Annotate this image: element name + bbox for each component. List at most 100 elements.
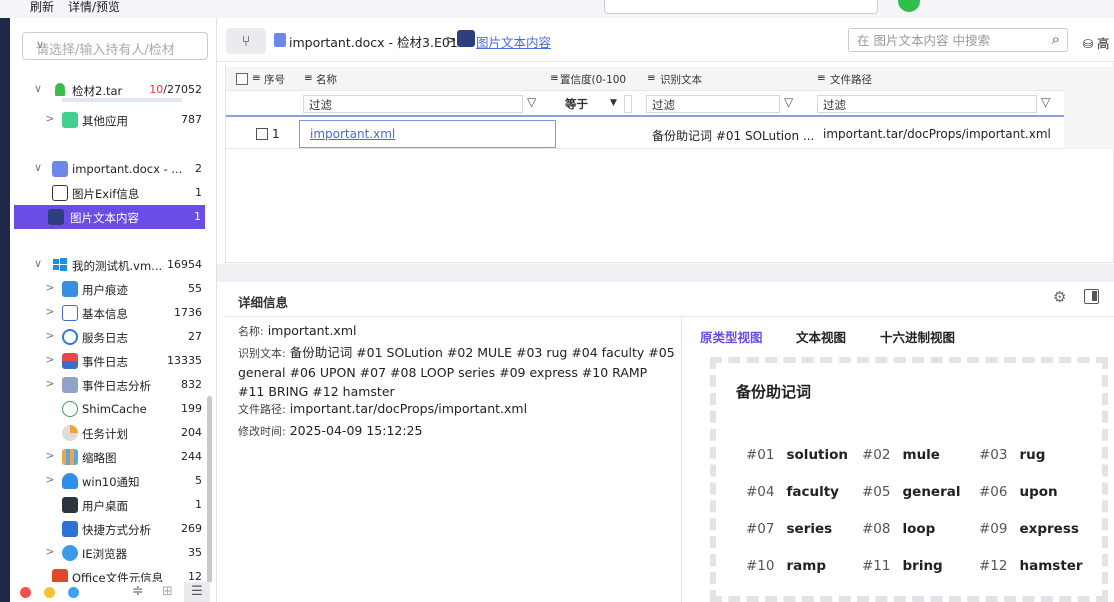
sidebar-footer: ≑ ⊞ ☰ [10,582,216,602]
search-icon[interactable]: ⌕ [1052,30,1060,48]
tree-item-shimcache[interactable]: ShimCache 199 [14,397,206,421]
blue-dot-icon[interactable] [68,587,79,598]
path-filter-input[interactable]: 过滤 [817,95,1037,113]
breadcrumb-bar: ⑂ important.docx - 检材3.E01 > 图片文本内容 ⌕ ⛁ … [217,18,1114,62]
row-name-link[interactable]: important.xml [310,127,395,141]
search-input[interactable] [857,32,1037,48]
tree-item-basic-info[interactable]: > 基本信息 1736 [14,301,206,325]
filter-icon[interactable]: ▽ [1041,95,1050,109]
tree-item-shortcut-analysis[interactable]: 快捷方式分析 269 [14,517,206,541]
panel-splitter[interactable] [217,264,1114,282]
results-grid: ≡ 序号 ≡ 名称 ≡ 置信度(0-100 ≡ 识别文本 ≡ 文件路径 过滤 ▽… [225,63,1114,263]
mnemonic-word: #01 solution [746,447,849,463]
expand-icon[interactable]: > [44,329,56,342]
col-confidence[interactable]: 置信度(0-100 [560,72,626,87]
tree-item-service-log[interactable]: > 服务日志 27 [14,325,206,349]
desktop-icon [62,497,78,513]
col-file-path[interactable]: 文件路径 [830,72,872,87]
breadcrumb-file[interactable]: important.docx - 检材3.E01 [289,32,458,51]
owner-select[interactable]: 请选择/输入持有人/检材 ∨ [22,32,208,60]
tree-item-important-docx[interactable]: ∨ important.docx - ... 2 [14,157,206,181]
tab-hex-view[interactable]: 十六进制视图 [880,327,955,346]
expand-icon[interactable]: > [44,112,56,125]
tree-item-thumbnails[interactable]: > 缩略图 244 [14,445,206,469]
panel-toggle-icon[interactable] [1084,289,1099,304]
red-dot-icon[interactable] [20,587,31,598]
row-file-path: important.tar/docProps/important.xml [823,127,1051,141]
tree-item-label: 事件日志分析 [82,379,151,393]
grid-view-icon[interactable]: ⊞ [162,584,173,599]
tree-item-label: important.docx - ... [72,162,183,176]
collapse-icon[interactable]: ∨ [32,257,44,270]
column-menu-icon[interactable]: ≡ [304,72,313,84]
expand-icon[interactable]: > [44,473,56,486]
expand-icon[interactable]: > [44,377,56,390]
gear-icon[interactable]: ⚙ [1053,288,1066,306]
tree-item-label: win10通知 [82,475,140,489]
branch-icon[interactable]: ⑂ [226,28,266,54]
tree-item-event-log[interactable]: > 事件日志 13335 [14,349,206,373]
advanced-search-button[interactable]: ⛁ 高 [1083,33,1110,52]
column-menu-icon[interactable]: ≡ [252,72,261,84]
expand-icon[interactable]: > [44,281,56,294]
column-menu-icon[interactable]: ≡ [817,72,826,84]
breadcrumb-current[interactable]: 图片文本内容 [476,32,551,51]
clock-icon [62,425,78,441]
column-menu-icon[interactable]: ≡ [647,72,656,84]
tree-item-test-vm[interactable]: ∨ 我的测试机.vm... 16954 [14,253,206,277]
col-ocr-text[interactable]: 识别文本 [660,72,702,87]
detail-value: important.tar/docProps/important.xml [289,401,528,416]
filter-icon[interactable]: ▽ [527,95,536,109]
global-search-box[interactable] [604,0,878,14]
expand-icon[interactable]: > [44,305,56,318]
filter-icon[interactable]: ▽ [784,95,793,109]
tree-item-count: 55 [188,282,202,295]
align-icon[interactable]: ≑ [132,583,144,599]
sidebar-scrollbar[interactable] [207,396,212,596]
table-row[interactable]: 1 important.xml 备份助记词 #01 SOLution ... i… [226,119,1064,149]
tab-text-view[interactable]: 文本视图 [796,327,846,346]
ocr-filter-input[interactable]: 过滤 [646,95,780,113]
tree-item-win10-notify[interactable]: > win10通知 5 [14,469,206,493]
row-checkbox[interactable] [256,128,268,140]
yellow-dot-icon[interactable] [44,587,55,598]
confidence-filter-input[interactable] [624,95,632,113]
list-icon [62,305,78,321]
tree-item-label: 快捷方式分析 [82,523,151,537]
mnemonic-word: #08 loop [862,521,936,537]
name-filter-input[interactable]: 过滤 [303,95,523,113]
select-all-checkbox[interactable] [236,73,248,85]
tree-item-label: 事件日志 [82,355,128,369]
top-menu-bar: 刷新 详情/预览 [0,0,1114,18]
document-icon [52,161,68,177]
tree-item-exif[interactable]: 图片Exif信息 1 [14,181,206,205]
mnemonic-word: #06 upon [979,484,1058,500]
bell-icon [62,473,78,489]
tree-item-event-analysis[interactable]: > 事件日志分析 832 [14,373,206,397]
collapse-icon[interactable]: ∨ [32,161,44,174]
collapse-icon[interactable]: ∨ [32,82,44,95]
col-index[interactable]: 序号 [264,72,285,87]
refresh-menu[interactable]: 刷新 [30,0,54,15]
shortcut-icon [62,521,78,537]
column-menu-icon[interactable]: ≡ [550,72,559,84]
tree-item-image-text[interactable]: 图片文本内容 1 [14,205,205,229]
advanced-label: 高 [1097,36,1110,51]
row-name-cell[interactable]: important.xml [299,120,556,148]
tree-item-label: 任务计划 [82,427,128,441]
tree-item-other-apps[interactable]: > 其他应用 787 [14,108,206,132]
list-view-icon[interactable]: ☰ [184,582,210,602]
expand-icon[interactable]: > [44,545,56,558]
tree-item-scheduled-tasks[interactable]: 任务计划 204 [14,421,206,445]
tree-item-ie-browser[interactable]: > IE浏览器 35 [14,541,206,565]
confidence-op-select[interactable]: 等于 ▼ [560,95,620,113]
mnemonic-word: #03 rug [979,447,1046,463]
tree-item-user-traces[interactable]: > 用户痕迹 55 [14,277,206,301]
expand-icon[interactable]: > [44,353,56,366]
col-name[interactable]: 名称 [316,72,337,87]
tab-original-view[interactable]: 原类型视图 [700,327,763,346]
tree-item-count: 2 [195,162,202,175]
tree-item-user-desktop[interactable]: 用户桌面 1 [14,493,206,517]
expand-icon[interactable]: > [44,449,56,462]
detail-preview-menu[interactable]: 详情/预览 [68,0,120,15]
